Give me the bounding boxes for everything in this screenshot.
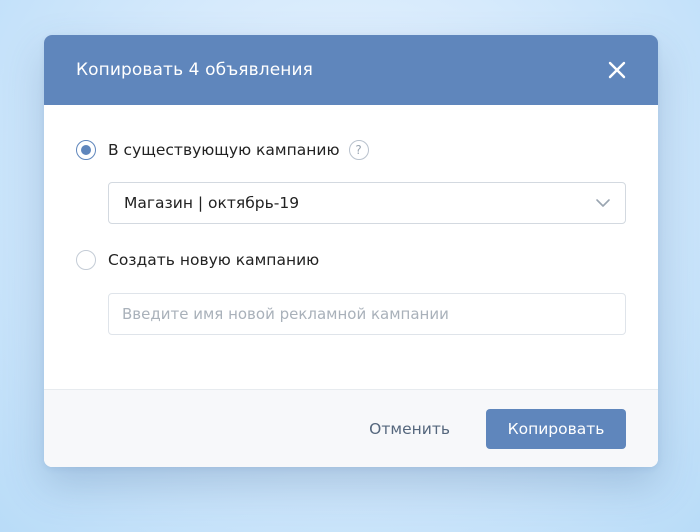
dialog-title: Копировать 4 объявления [76,60,313,80]
option-existing-campaign[interactable]: В существующую кампанию ? [76,140,369,160]
option-new-campaign[interactable]: Создать новую кампанию [76,250,319,270]
radio-new-campaign[interactable] [76,250,96,270]
option-new-label: Создать новую кампанию [108,251,320,269]
dialog-body: В существующую кампанию ? Магазин | октя… [44,105,658,389]
dialog-footer: Отменить Копировать [44,389,658,467]
question-mark-icon[interactable]: ? [348,140,369,160]
copy-ads-dialog: Копировать 4 объявления В существующую к… [44,35,658,467]
copy-button[interactable]: Копировать [486,408,626,449]
dialog-header: Копировать 4 объявления [44,35,658,105]
close-button[interactable] [606,59,628,81]
radio-existing-campaign[interactable] [76,140,96,160]
option-existing-label: В существующую кампанию [108,141,340,159]
new-campaign-name-input[interactable] [108,293,626,335]
close-icon [608,61,626,79]
chevron-down-icon [595,198,611,208]
cancel-button[interactable]: Отменить [369,420,450,438]
campaign-select-value: Магазин | октябрь-19 [124,194,300,212]
campaign-select[interactable]: Магазин | октябрь-19 [108,182,626,224]
